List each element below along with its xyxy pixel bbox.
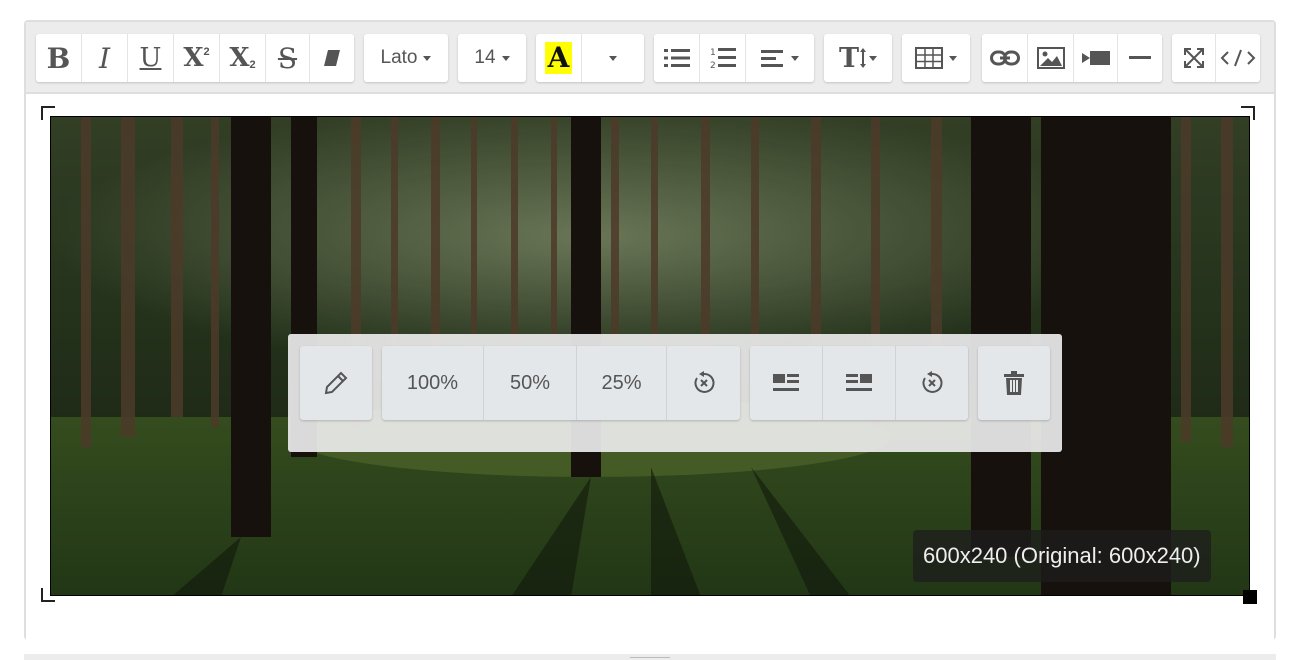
insert-image-button[interactable] bbox=[1028, 34, 1074, 82]
superscript-icon: X bbox=[183, 43, 204, 73]
float-right-icon bbox=[846, 374, 872, 391]
superscript-button[interactable]: X2 bbox=[174, 34, 220, 82]
resize-full-label: 100% bbox=[406, 371, 459, 394]
pencil-icon bbox=[324, 371, 348, 395]
svg-text:2: 2 bbox=[710, 61, 716, 70]
italic-icon: I bbox=[98, 41, 111, 75]
font-size-label: 14 bbox=[474, 47, 496, 68]
fullscreen-button[interactable] bbox=[1172, 34, 1216, 82]
italic-button[interactable]: I bbox=[82, 34, 128, 82]
rotate-reset-icon bbox=[694, 371, 714, 393]
color-button-group: A bbox=[536, 34, 644, 82]
align-left-icon bbox=[761, 50, 783, 67]
font-family-button[interactable]: Lato bbox=[364, 34, 448, 82]
chevron-down-icon bbox=[791, 55, 799, 61]
resize-handle-top-left[interactable] bbox=[41, 106, 55, 120]
chevron-down-icon bbox=[423, 55, 432, 61]
fullscreen-icon bbox=[1183, 48, 1204, 68]
image-dimensions-badge: 600x240 (Original: 600x240) bbox=[913, 530, 1211, 582]
horizontal-rule-icon bbox=[1129, 56, 1151, 59]
font-family-dropdown[interactable]: Lato bbox=[364, 34, 448, 82]
chevron-down-icon bbox=[869, 55, 878, 61]
font-family-label: Lato bbox=[380, 47, 418, 68]
resize-quarter-button[interactable]: 25% bbox=[577, 346, 667, 420]
eraser-icon bbox=[324, 50, 340, 66]
edit-image-button[interactable] bbox=[300, 346, 372, 420]
text-color-icon: A bbox=[544, 42, 573, 74]
chevron-down-icon bbox=[609, 55, 617, 61]
float-right-button[interactable] bbox=[823, 346, 896, 420]
image-icon bbox=[1036, 47, 1065, 69]
font-size-dropdown[interactable]: 14 bbox=[458, 34, 526, 82]
table-dropdown[interactable] bbox=[902, 34, 970, 82]
horizontal-rule-button[interactable] bbox=[1118, 34, 1162, 82]
insert-link-button[interactable] bbox=[982, 34, 1028, 82]
numbered-list-icon: 1 2 bbox=[710, 48, 736, 70]
paragraph-button-group: 1 2 bbox=[654, 34, 814, 82]
resize-handle-top-right[interactable] bbox=[1241, 106, 1255, 120]
style-button-group: B I U X2 X2 S bbox=[36, 34, 354, 82]
svg-text:1: 1 bbox=[710, 48, 716, 58]
resize-half-label: 50% bbox=[509, 371, 551, 394]
chevron-down-icon bbox=[501, 55, 510, 61]
link-icon bbox=[989, 50, 1020, 66]
color-dropdown-button[interactable] bbox=[582, 34, 644, 82]
insert-video-button[interactable] bbox=[1074, 34, 1118, 82]
resize-quarter-label: 25% bbox=[601, 371, 642, 394]
strikethrough-icon: S bbox=[277, 41, 298, 75]
image-resize-group: 100% 50% 25% bbox=[382, 346, 740, 420]
ordered-list-button[interactable]: 1 2 bbox=[700, 34, 746, 82]
float-left-icon bbox=[773, 374, 799, 391]
line-height-dropdown[interactable]: T bbox=[824, 34, 892, 82]
font-size-button[interactable]: 14 bbox=[458, 34, 526, 82]
bold-icon: B bbox=[46, 41, 71, 75]
table-icon bbox=[915, 47, 943, 69]
resize-full-button[interactable]: 100% bbox=[382, 346, 484, 420]
table-button[interactable] bbox=[902, 34, 970, 82]
underline-button[interactable]: U bbox=[128, 34, 174, 82]
view-button-group bbox=[1172, 34, 1260, 82]
bold-button[interactable]: B bbox=[36, 34, 82, 82]
float-left-button[interactable] bbox=[750, 346, 823, 420]
rich-text-editor: B I U X2 X2 S Lato 14 A 1 2 T 100% 50% 2… bbox=[24, 20, 1276, 640]
bullet-list-icon bbox=[663, 49, 690, 67]
resize-half-button[interactable]: 50% bbox=[484, 346, 577, 420]
image-float-group bbox=[750, 346, 968, 420]
underline-icon: U bbox=[139, 43, 162, 73]
remove-image-button[interactable] bbox=[978, 346, 1050, 420]
code-icon bbox=[1220, 49, 1256, 67]
resize-handle-bottom-right[interactable] bbox=[1243, 590, 1257, 604]
original-size-button[interactable] bbox=[667, 346, 740, 420]
unordered-list-button[interactable] bbox=[654, 34, 700, 82]
align-dropdown-button[interactable] bbox=[746, 34, 814, 82]
trash-icon bbox=[1004, 371, 1024, 395]
chevron-down-icon bbox=[949, 55, 957, 61]
subscript-icon: X bbox=[229, 43, 250, 73]
resize-handle-bottom-left[interactable] bbox=[41, 588, 55, 602]
editor-toolbar: B I U X2 X2 S Lato 14 A 1 2 T bbox=[26, 22, 1274, 94]
float-none-button[interactable] bbox=[896, 346, 968, 420]
clear-format-button[interactable] bbox=[310, 34, 354, 82]
image-popover: 100% 50% 25% bbox=[288, 334, 1062, 452]
text-height-icon: T bbox=[838, 42, 860, 74]
image-edit-group bbox=[300, 346, 372, 420]
strikethrough-button[interactable]: S bbox=[266, 34, 310, 82]
rotate-reset-icon bbox=[922, 371, 943, 393]
text-color-button[interactable]: A bbox=[536, 34, 582, 82]
line-height-button[interactable]: T bbox=[824, 34, 892, 82]
video-icon bbox=[1081, 51, 1110, 65]
insert-button-group bbox=[982, 34, 1162, 82]
subscript-button[interactable]: X2 bbox=[220, 34, 266, 82]
vertical-arrows-icon bbox=[860, 48, 867, 68]
code-view-button[interactable] bbox=[1216, 34, 1260, 82]
image-remove-group bbox=[978, 346, 1050, 420]
